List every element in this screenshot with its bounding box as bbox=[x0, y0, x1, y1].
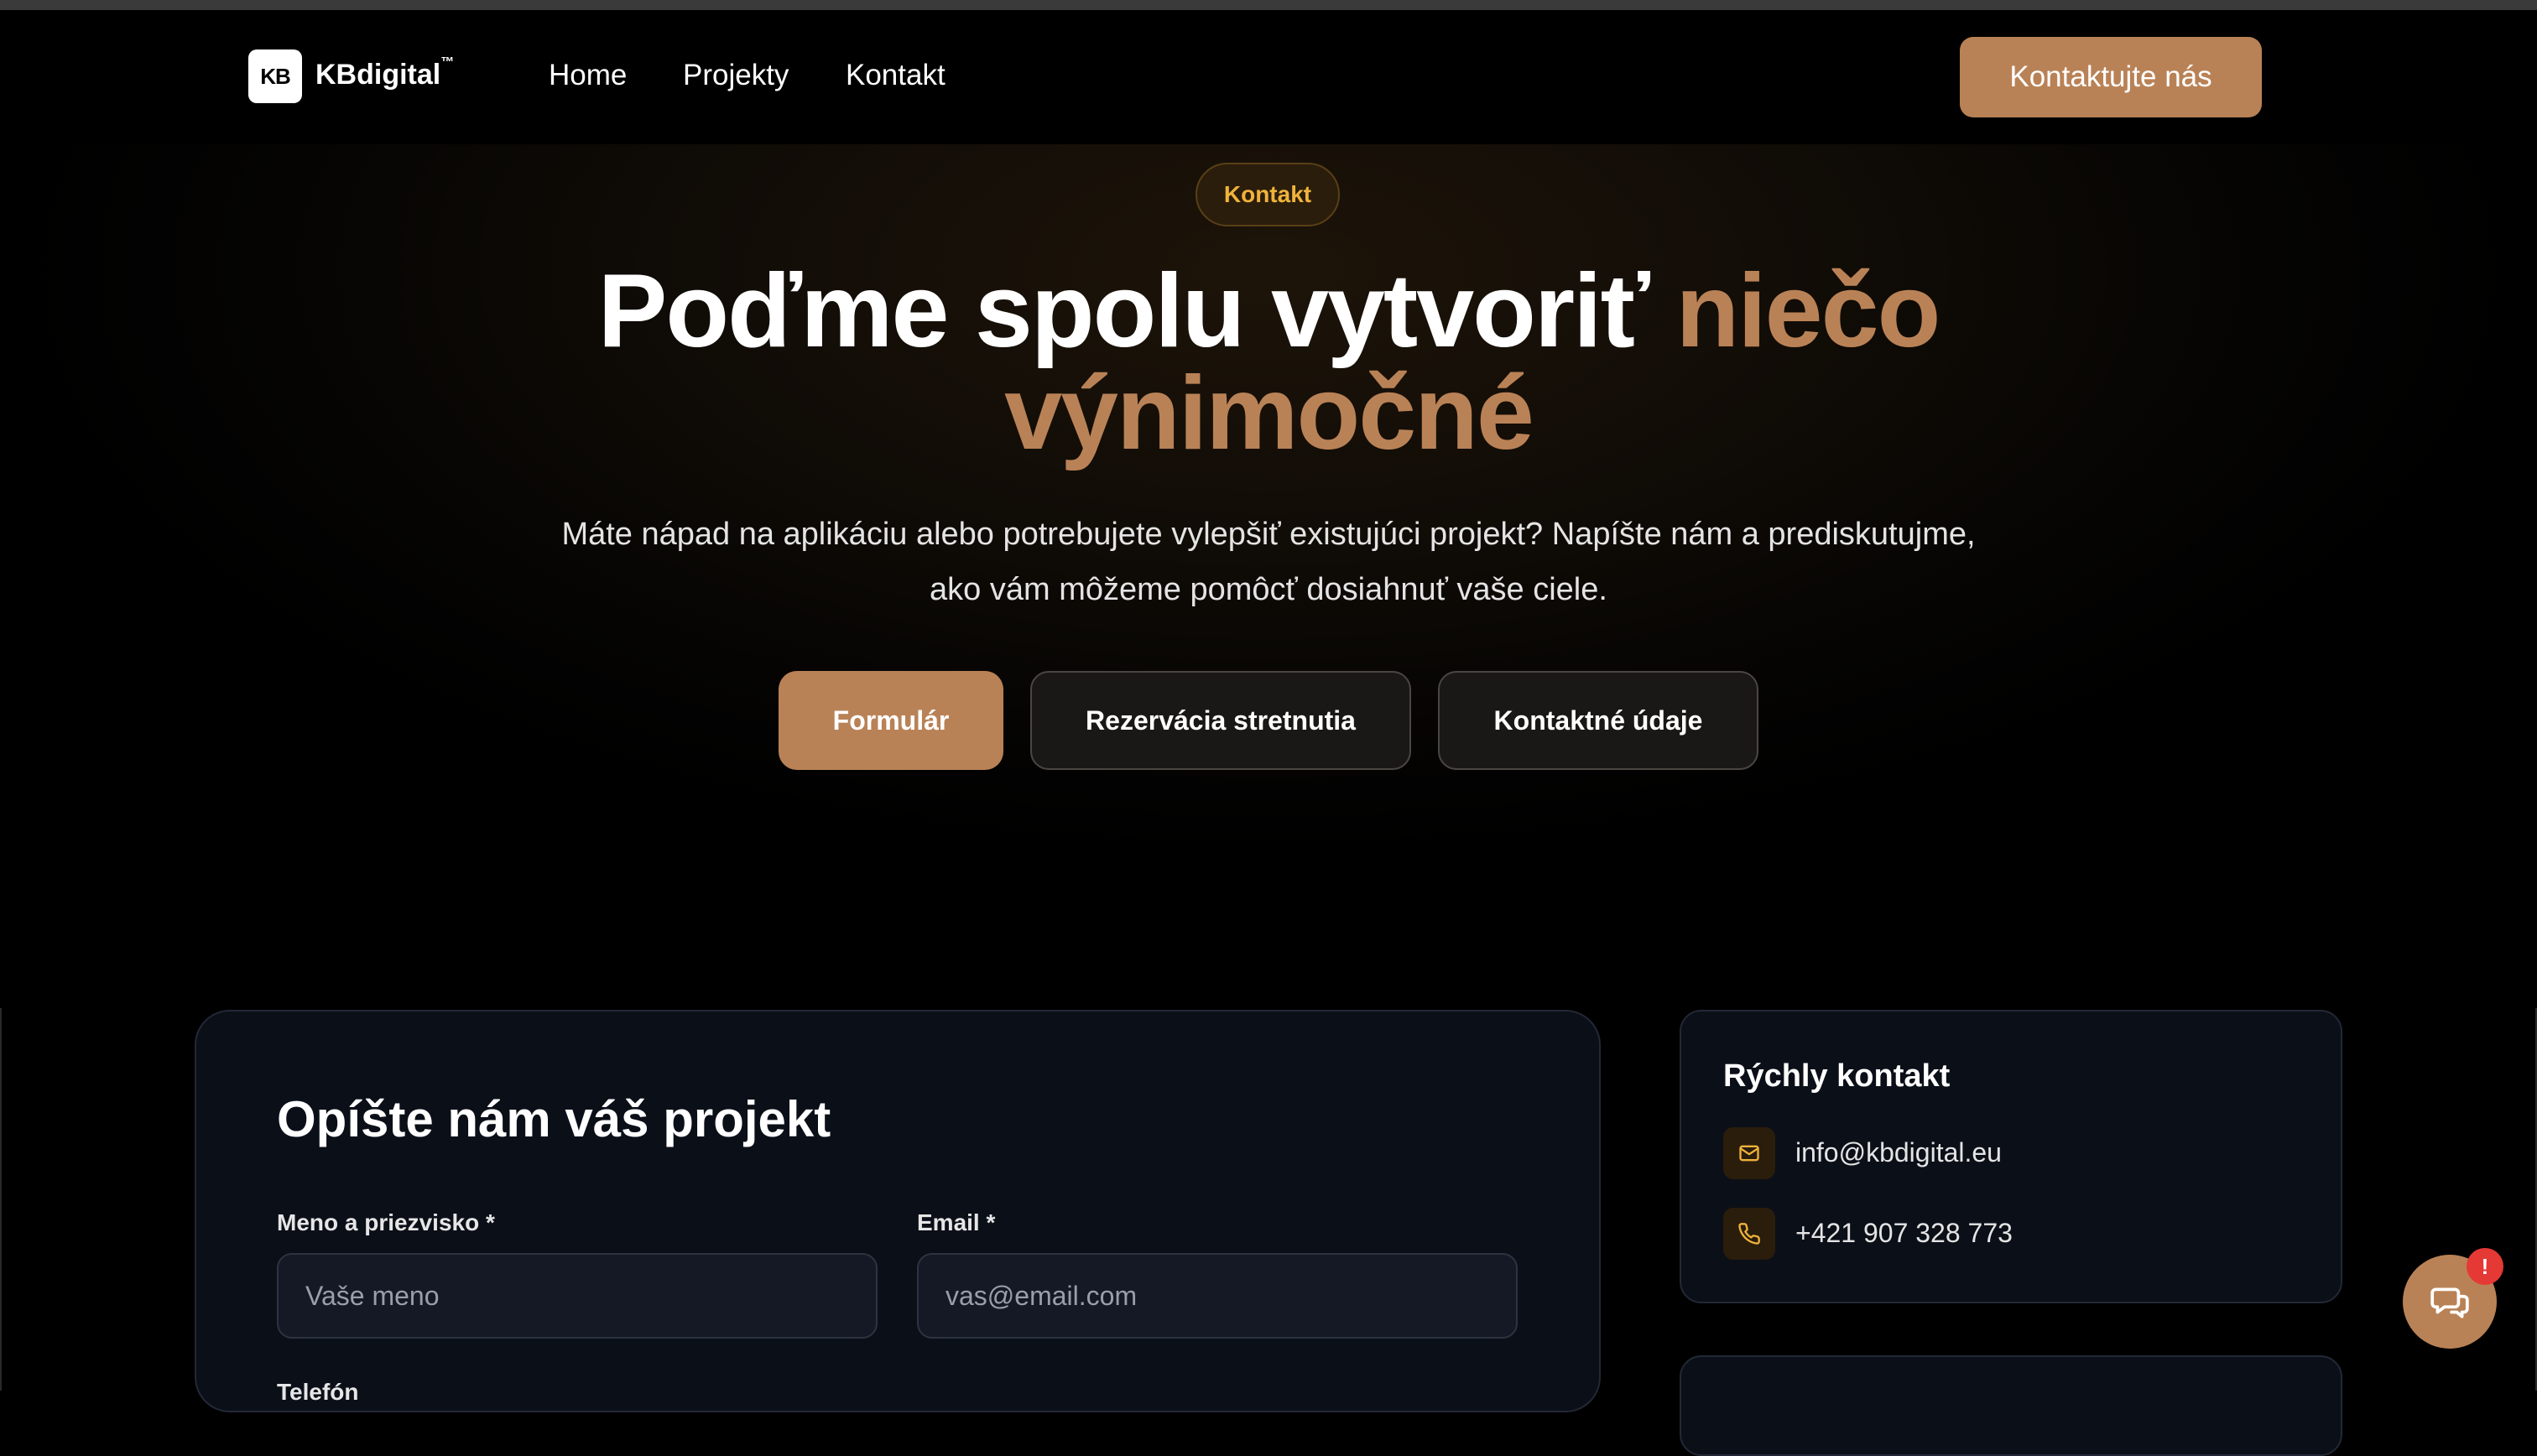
hero-subtitle: Máte nápad na aplikáciu alebo potrebujet… bbox=[470, 507, 2067, 617]
form-title: Opíšte nám váš projekt bbox=[277, 1091, 831, 1147]
meeting-booking-button[interactable]: Rezervácia stretnutia bbox=[1030, 671, 1411, 770]
quick-contact-card bbox=[1680, 1010, 2342, 1303]
nav-link-kontakt[interactable]: Kontakt bbox=[846, 59, 946, 92]
contact-email-link[interactable]: info@kbdigital.eu bbox=[1795, 1137, 2002, 1168]
chat-notification-badge: ! bbox=[2467, 1248, 2503, 1285]
contact-us-button[interactable]: Kontaktujte nás bbox=[1960, 37, 2262, 117]
form-tab-button[interactable]: Formulár bbox=[779, 671, 1003, 770]
nav-link-home[interactable]: Home bbox=[549, 59, 627, 92]
name-field-label: Meno a priezvisko * bbox=[277, 1209, 495, 1235]
phone-icon bbox=[1723, 1208, 1775, 1260]
email-field[interactable] bbox=[917, 1253, 1518, 1339]
email-field-label: Email * bbox=[917, 1209, 996, 1235]
quick-contact-title: Rýchly kontakt bbox=[1723, 1058, 1951, 1094]
hero-title: Poďme spolu vytvoriť niečo výnimočné bbox=[0, 259, 2537, 465]
hero-subtitle-line-2: ako vám môžeme pomôcť dosiahnuť vaše cie… bbox=[930, 572, 1607, 607]
contact-phone-link[interactable]: +421 907 328 773 bbox=[1795, 1218, 2013, 1249]
hero-title-accent-2: výnimočné bbox=[1004, 356, 1534, 471]
phone-field-label: Telefón bbox=[277, 1379, 359, 1405]
hero-title-plain: Poďme spolu vytvoriť bbox=[597, 253, 1676, 369]
logo-name-text: KBdigital bbox=[315, 59, 441, 91]
top-navigation: KB KBdigital™ Home Projekty Kontakt Kont… bbox=[0, 10, 2537, 144]
logo-name[interactable]: KBdigital™ bbox=[315, 55, 454, 91]
contact-details-button[interactable]: Kontaktné údaje bbox=[1438, 671, 1758, 770]
window-top-strip bbox=[0, 0, 2537, 10]
chat-icon bbox=[2430, 1287, 2469, 1318]
hero-title-accent-1: niečo bbox=[1675, 253, 1941, 369]
hero-badge: Kontakt bbox=[1196, 163, 1340, 226]
next-sidebar-card bbox=[1680, 1355, 2342, 1456]
name-field[interactable] bbox=[277, 1253, 878, 1339]
nav-link-projekty[interactable]: Projekty bbox=[683, 59, 789, 92]
hero-subtitle-line-1: Máte nápad na aplikáciu alebo potrebujet… bbox=[561, 517, 1976, 552]
logo-mark[interactable]: KB bbox=[248, 49, 302, 103]
mail-icon bbox=[1723, 1127, 1775, 1179]
trademark-symbol: ™ bbox=[440, 55, 455, 70]
